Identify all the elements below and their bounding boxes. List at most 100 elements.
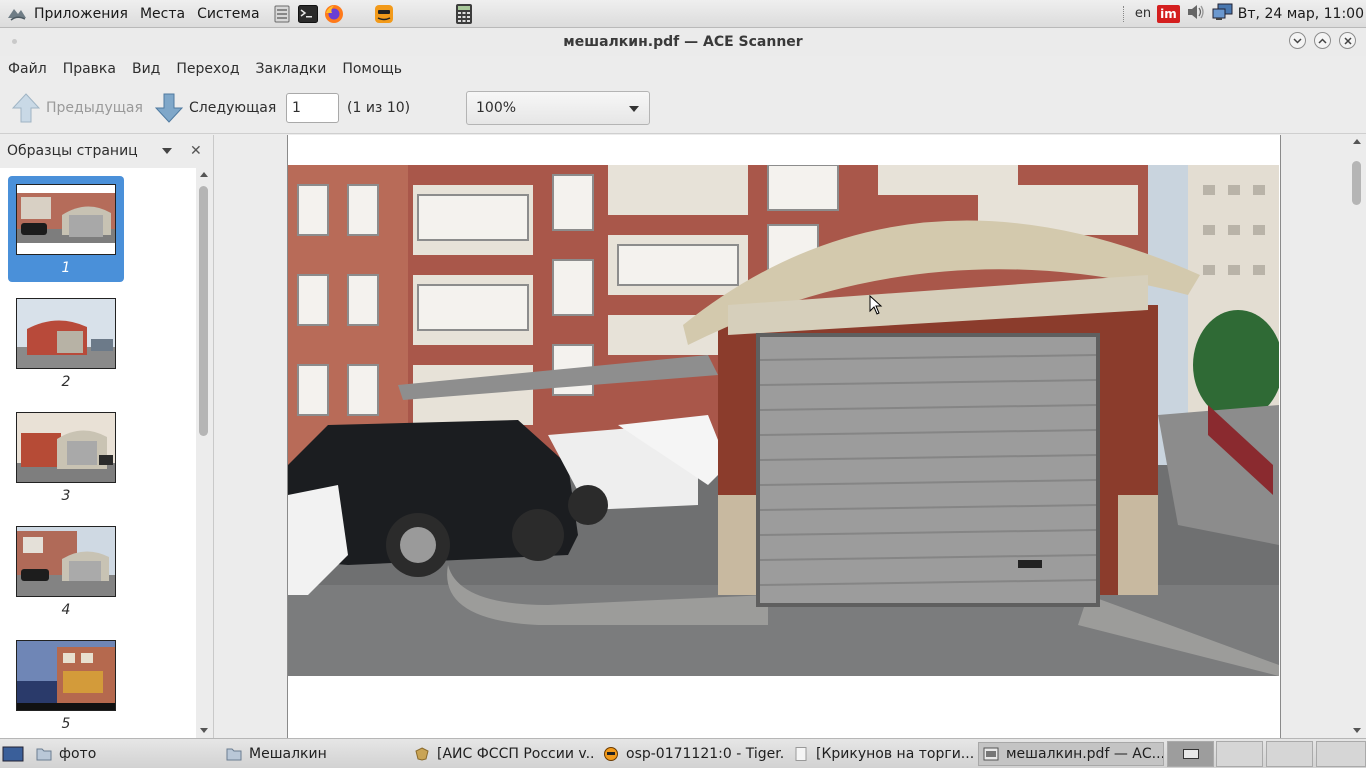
workspace-2-button[interactable]	[1216, 741, 1263, 767]
close-button[interactable]	[1339, 32, 1356, 49]
desktop-icon	[2, 746, 24, 762]
next-page-label: Следующая	[189, 100, 277, 116]
menu-go[interactable]: Переход	[168, 61, 247, 77]
volume-icon[interactable]	[1186, 3, 1206, 25]
document-scrollbar[interactable]	[1348, 135, 1366, 738]
scroll-up-arrow-icon[interactable]	[200, 172, 208, 177]
close-icon	[1343, 36, 1352, 45]
sidebar-close-button[interactable]: ✕	[190, 143, 202, 159]
scroll-up-arrow-icon[interactable]	[1353, 139, 1361, 144]
menu-edit[interactable]: Правка	[55, 61, 124, 77]
menubar: Файл Правка Вид Переход Закладки Помощь	[0, 56, 1366, 82]
menu-bookmarks[interactable]: Закладки	[248, 61, 335, 77]
workspace-1-button[interactable]	[1167, 741, 1214, 767]
thumbnail-number: 4	[61, 602, 71, 618]
task-label: [АИС ФССП России v...	[437, 746, 594, 762]
thumbnail-number: 2	[61, 374, 71, 390]
sidebar: Образцы страниц ✕ 1 2 3 4 5	[0, 135, 214, 738]
document-icon	[795, 747, 807, 761]
vnc-icon	[604, 747, 618, 761]
arrow-up-icon	[12, 93, 40, 123]
folder-icon	[226, 748, 242, 761]
window-titlebar[interactable]: мешалкин.pdf — ACE Scanner	[0, 28, 1366, 56]
workspace-3-button[interactable]	[1266, 741, 1313, 767]
garage-photo	[288, 165, 1279, 676]
toolbar: Предыдущая Следующая (1 из 10) 100%	[0, 82, 1366, 134]
window-preview-icon	[1183, 749, 1199, 759]
calculator-launcher-icon[interactable]	[454, 3, 474, 24]
task-label: фото	[59, 746, 97, 762]
zoom-select[interactable]: 100%	[466, 91, 650, 125]
menu-view[interactable]: Вид	[124, 61, 168, 77]
pdf-viewer-icon	[983, 747, 999, 761]
sidebar-header: Образцы страниц ✕	[0, 135, 213, 167]
chevron-down-icon	[1293, 37, 1302, 44]
panel-separator-icon	[1122, 5, 1127, 22]
page-number-input[interactable]	[286, 93, 339, 123]
minimize-button[interactable]	[1289, 32, 1306, 49]
thumbnail-image	[16, 184, 116, 255]
task-button-foto[interactable]: фото	[36, 742, 216, 766]
task-label: osp-0171121:0 - Tiger...	[626, 746, 785, 762]
menu-help[interactable]: Помощь	[334, 61, 410, 77]
menu-file[interactable]: Файл	[0, 61, 55, 77]
sidebar-scroll-thumb[interactable]	[199, 186, 208, 436]
page-thumbnail[interactable]: 1	[8, 176, 124, 282]
sidebar-title[interactable]: Образцы страниц	[7, 143, 138, 159]
distro-logo-icon[interactable]	[6, 5, 28, 23]
window-title: мешалкин.pdf — ACE Scanner	[563, 34, 803, 50]
show-desktop-button[interactable]	[2, 742, 26, 766]
chevron-up-icon	[1318, 37, 1327, 44]
page-thumbnail[interactable]: 4	[8, 518, 124, 624]
scroll-down-arrow-icon[interactable]	[1353, 728, 1361, 733]
dropdown-arrow-icon	[629, 106, 639, 112]
page-thumbnail[interactable]: 3	[8, 404, 124, 510]
top-panel: Приложения Места Система en im Вт, 24 ма…	[0, 0, 1366, 28]
page-thumbnail[interactable]: 2	[8, 290, 124, 396]
task-label: [Крикунов на торги....	[816, 746, 973, 762]
previous-page-button[interactable]: Предыдущая	[12, 92, 143, 124]
thumbnail-number: 5	[61, 716, 71, 732]
task-button-krikunov[interactable]: [Крикунов на торги....	[793, 742, 973, 766]
firefox-launcher-icon[interactable]	[324, 4, 344, 24]
network-icon[interactable]	[1212, 3, 1234, 25]
terminal-launcher-icon[interactable]	[297, 4, 318, 24]
document-view[interactable]	[215, 135, 1348, 738]
thumbnail-number: 3	[61, 488, 71, 504]
window-menu-dot-icon[interactable]	[12, 39, 17, 44]
thumbnail-number: 1	[61, 260, 71, 276]
thumbnail-image	[16, 640, 116, 711]
page-count-label: (1 из 10)	[347, 100, 411, 116]
page-thumbnail[interactable]: 5	[8, 632, 124, 738]
keyboard-layout-indicator[interactable]: en	[1135, 6, 1151, 21]
zoom-value: 100%	[476, 100, 517, 116]
next-page-button[interactable]: Следующая	[155, 92, 276, 124]
emblem-icon	[415, 747, 429, 761]
task-button-meshalkin-pdf[interactable]: мешалкин.pdf — АС...	[978, 742, 1164, 766]
clock[interactable]: Вт, 24 мар, 11:00	[1238, 6, 1364, 22]
folder-icon	[36, 748, 52, 761]
thumbnail-image	[16, 298, 116, 369]
taskbar: фото Мешалкин [АИС ФССП России v... osp-…	[0, 738, 1366, 768]
task-button-ais-fssp[interactable]: [АИС ФССП России v...	[414, 742, 594, 766]
task-label: мешалкин.pdf — АС...	[1006, 746, 1164, 762]
tiger-vnc-launcher-icon[interactable]	[374, 4, 394, 24]
thumbnail-image	[16, 526, 116, 597]
menu-applications[interactable]: Приложения	[28, 6, 134, 22]
sidebar-dropdown-arrow-icon[interactable]	[162, 148, 172, 154]
menu-system[interactable]: Система	[191, 6, 265, 22]
workspace-4-button[interactable]	[1316, 741, 1366, 767]
task-button-meshalkin-folder[interactable]: Мешалкин	[226, 742, 406, 766]
sidebar-scrollbar[interactable]	[196, 168, 212, 738]
task-label: Мешалкин	[249, 746, 327, 762]
im-messenger-icon[interactable]: im	[1157, 4, 1180, 23]
maximize-button[interactable]	[1314, 32, 1331, 49]
thumbnail-image	[16, 412, 116, 483]
document-scroll-thumb[interactable]	[1352, 161, 1361, 205]
file-manager-launcher-icon[interactable]	[272, 4, 292, 24]
thumbnail-list[interactable]: 1 2 3 4 5	[0, 168, 196, 738]
task-button-tiger-vnc[interactable]: osp-0171121:0 - Tiger...	[603, 742, 785, 766]
menu-places[interactable]: Места	[134, 6, 191, 22]
scroll-down-arrow-icon[interactable]	[200, 728, 208, 733]
pdf-page	[287, 135, 1281, 738]
